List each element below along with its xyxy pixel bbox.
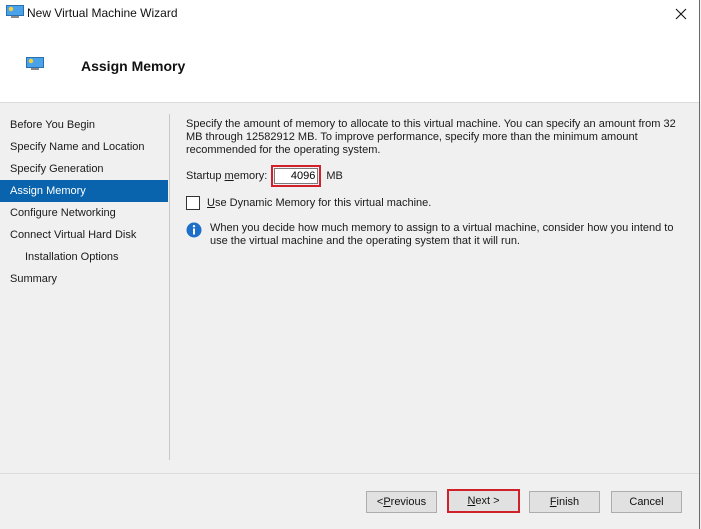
button-text: inish (556, 496, 580, 508)
step-specify-generation[interactable]: Specify Generation (0, 158, 168, 180)
step-connect-virtual-hard-disk[interactable]: Connect Virtual Hard Disk (0, 224, 168, 246)
title-bar: New Virtual Machine Wizard (0, 0, 699, 28)
memory-unit-label: MB (326, 170, 343, 182)
hyper-v-vm-icon (26, 57, 44, 70)
info-icon (186, 222, 202, 238)
step-assign-memory[interactable]: Assign Memory (0, 180, 168, 202)
step-before-you-begin[interactable]: Before You Begin (0, 114, 168, 136)
accelerator-key: N (467, 495, 476, 507)
next-button[interactable]: Next > (447, 489, 520, 513)
content-panel: Specify the amount of memory to allocate… (186, 118, 676, 247)
step-summary[interactable]: Summary (0, 268, 168, 290)
accelerator-key: U (207, 197, 215, 209)
previous-button[interactable]: < Previous (366, 491, 437, 513)
sidebar-divider (169, 114, 170, 460)
memory-description: Specify the amount of memory to allocate… (186, 118, 676, 156)
button-text: ext > (475, 495, 500, 507)
footer-divider (0, 473, 699, 474)
step-specify-name-and-location[interactable]: Specify Name and Location (0, 136, 168, 158)
wizard-header: Assign Memory (0, 28, 699, 103)
label-text: emory: (233, 170, 268, 182)
window-title: New Virtual Machine Wizard (27, 6, 178, 20)
wizard-steps-nav: Before You Begin Specify Name and Locati… (0, 114, 168, 290)
close-button[interactable] (663, 0, 699, 28)
cancel-button[interactable]: Cancel (611, 491, 682, 513)
step-configure-networking[interactable]: Configure Networking (0, 202, 168, 224)
button-text: revious (390, 496, 427, 508)
hyper-v-vm-icon (6, 5, 24, 18)
dynamic-memory-label[interactable]: Use Dynamic Memory for this virtual mach… (207, 197, 431, 209)
label-text: se Dynamic Memory for this virtual machi… (214, 197, 432, 209)
accelerator-key: F (549, 496, 557, 508)
accelerator-key: P (383, 496, 391, 508)
page-title: Assign Memory (81, 58, 186, 74)
startup-memory-row: Startup memory: MB (186, 164, 343, 188)
label-text: Startup (186, 170, 225, 182)
step-installation-options[interactable]: Installation Options (0, 246, 168, 268)
startup-memory-label: Startup memory: (186, 170, 267, 182)
info-note: When you decide how much memory to assig… (186, 222, 676, 248)
startup-memory-input[interactable] (274, 168, 319, 184)
finish-button[interactable]: Finish (529, 491, 600, 513)
close-icon (675, 8, 687, 20)
highlight-box (271, 165, 322, 187)
dynamic-memory-row: Use Dynamic Memory for this virtual mach… (186, 196, 431, 210)
dynamic-memory-checkbox[interactable] (186, 196, 200, 210)
info-text: When you decide how much memory to assig… (210, 222, 674, 247)
accelerator-key: m (224, 170, 234, 182)
wizard-window: New Virtual Machine Wizard Assign Memory… (0, 0, 700, 529)
